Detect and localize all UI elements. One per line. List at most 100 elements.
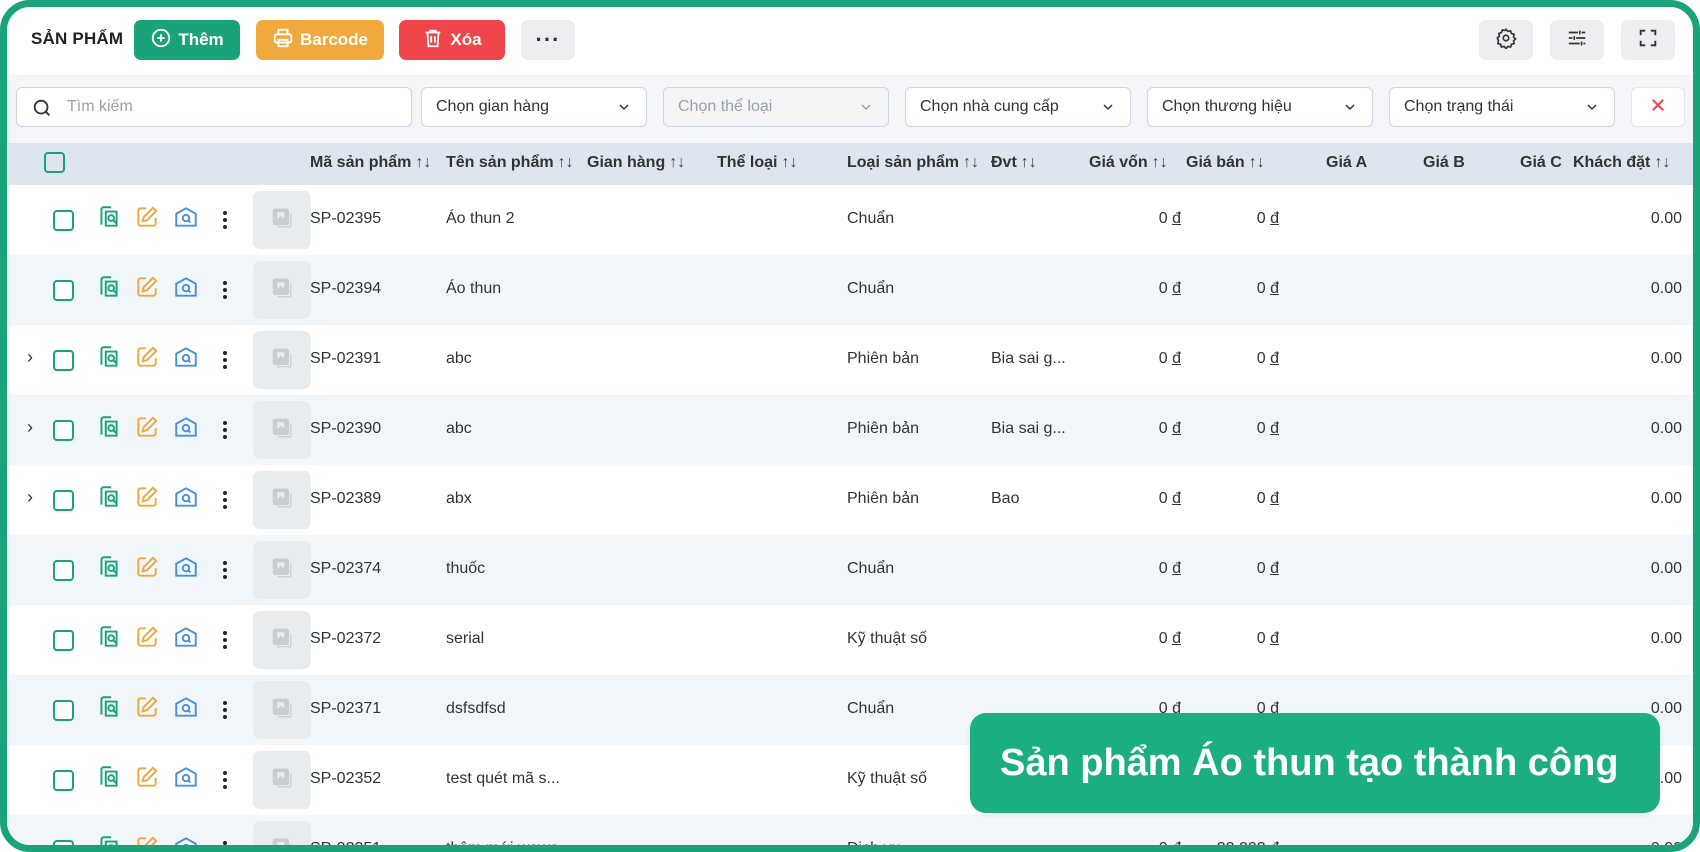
supplier-select[interactable]: Chọn nhà cung cấp [905, 87, 1131, 127]
document-search-icon[interactable] [96, 554, 122, 580]
column-header-category[interactable]: Thể loại ↑↓ [717, 154, 797, 172]
add-button[interactable]: Thêm [134, 20, 240, 60]
table-row[interactable]: › SP-02391 abc Phiên bản Bia sai g... 0 đ 0 đ 0… [7, 325, 1693, 395]
table-row[interactable]: SP-02351 thêm mới wewe Dịch vụ 0 đ 22.202 đ 0… [7, 815, 1693, 845]
more-actions-button[interactable]: ··· [521, 20, 575, 60]
kebab-menu-icon[interactable] [219, 417, 231, 443]
column-header-type[interactable]: Loại sản phẩm ↑↓ [847, 154, 979, 172]
search-input[interactable]: Tìm kiếm [16, 87, 412, 127]
kebab-menu-icon[interactable] [219, 767, 231, 793]
product-code[interactable]: SP-02390 [310, 420, 381, 438]
warehouse-icon[interactable] [173, 764, 199, 790]
column-header-unit[interactable]: Đvt ↑↓ [991, 154, 1037, 172]
column-header-price-c[interactable]: Giá C [1520, 154, 1562, 172]
kebab-menu-icon[interactable] [219, 627, 231, 653]
status-select[interactable]: Chọn trạng thái [1389, 87, 1615, 127]
table-row[interactable]: SP-02395 Áo thun 2 Chuẩn 0 đ 0 đ 0.00 [7, 185, 1693, 255]
warehouse-icon[interactable] [173, 694, 199, 720]
column-settings-button[interactable] [1550, 20, 1604, 60]
row-checkbox[interactable] [53, 840, 74, 845]
product-code[interactable]: SP-02394 [310, 280, 381, 298]
expand-row-icon[interactable]: › [27, 347, 33, 368]
table-row[interactable]: SP-02372 serial Kỹ thuật số 0 đ 0 đ 0.00 [7, 605, 1693, 675]
edit-icon[interactable] [134, 344, 160, 370]
document-search-icon[interactable] [96, 204, 122, 230]
barcode-button[interactable]: Barcode [256, 20, 384, 60]
edit-icon[interactable] [134, 484, 160, 510]
warehouse-icon[interactable] [173, 204, 199, 230]
warehouse-icon[interactable] [173, 274, 199, 300]
kebab-menu-icon[interactable] [219, 837, 231, 845]
warehouse-icon[interactable] [173, 834, 199, 845]
warehouse-icon[interactable] [173, 484, 199, 510]
brand-select[interactable]: Chọn thương hiệu [1147, 87, 1373, 127]
table-row[interactable]: SP-02374 thuốc Chuẩn 0 đ 0 đ 0.00 [7, 535, 1693, 605]
product-code[interactable]: SP-02395 [310, 210, 381, 228]
product-price: 0 đ [1256, 630, 1279, 647]
chevron-down-icon [1342, 99, 1358, 120]
column-header-price-a[interactable]: Giá A [1326, 154, 1367, 172]
row-checkbox[interactable] [53, 420, 74, 441]
row-checkbox[interactable] [53, 630, 74, 651]
table-row[interactable]: › SP-02389 abx Phiên bản Bao 0 đ 0 đ 0.00 [7, 465, 1693, 535]
kebab-menu-icon[interactable] [219, 557, 231, 583]
document-search-icon[interactable] [96, 274, 122, 300]
edit-icon[interactable] [134, 694, 160, 720]
kebab-menu-icon[interactable] [219, 697, 231, 723]
warehouse-icon[interactable] [173, 554, 199, 580]
kebab-menu-icon[interactable] [219, 277, 231, 303]
row-checkbox[interactable] [53, 700, 74, 721]
edit-icon[interactable] [134, 554, 160, 580]
column-header-price-b[interactable]: Giá B [1423, 154, 1465, 172]
column-header-price[interactable]: Giá bán ↑↓ [1186, 154, 1265, 172]
expand-row-icon[interactable]: › [27, 487, 33, 508]
table-row[interactable]: SP-02394 Áo thun Chuẩn 0 đ 0 đ 0.00 [7, 255, 1693, 325]
settings-button[interactable] [1479, 20, 1533, 60]
product-code[interactable]: SP-02352 [310, 770, 381, 788]
delete-button[interactable]: Xóa [399, 20, 505, 60]
document-search-icon[interactable] [96, 764, 122, 790]
row-checkbox[interactable] [53, 560, 74, 581]
row-checkbox[interactable] [53, 490, 74, 511]
expand-row-icon[interactable]: › [27, 417, 33, 438]
edit-icon[interactable] [134, 834, 160, 845]
category-select[interactable]: Chọn thể loại [663, 87, 889, 127]
table-row[interactable]: › SP-02390 abc Phiên bản Bia sai g... 0 đ 0 đ 0… [7, 395, 1693, 465]
product-code[interactable]: SP-02372 [310, 630, 381, 648]
product-code[interactable]: SP-02374 [310, 560, 381, 578]
row-checkbox[interactable] [53, 770, 74, 791]
column-header-cost[interactable]: Giá vốn ↑↓ [1089, 154, 1168, 172]
select-all-checkbox[interactable] [44, 152, 65, 173]
document-search-icon[interactable] [96, 624, 122, 650]
edit-icon[interactable] [134, 624, 160, 650]
document-search-icon[interactable] [96, 834, 122, 845]
column-header-store[interactable]: Gian hàng ↑↓ [587, 154, 685, 172]
row-checkbox[interactable] [53, 210, 74, 231]
clear-filters-button[interactable] [1631, 87, 1685, 127]
kebab-menu-icon[interactable] [219, 207, 231, 233]
document-search-icon[interactable] [96, 344, 122, 370]
product-code[interactable]: SP-02351 [310, 840, 381, 845]
kebab-menu-icon[interactable] [219, 347, 231, 373]
kebab-menu-icon[interactable] [219, 487, 231, 513]
edit-icon[interactable] [134, 274, 160, 300]
product-code[interactable]: SP-02371 [310, 700, 381, 718]
edit-icon[interactable] [134, 764, 160, 790]
column-header-code[interactable]: Mã sản phẩm ↑↓ [310, 154, 431, 172]
warehouse-icon[interactable] [173, 624, 199, 650]
document-search-icon[interactable] [96, 414, 122, 440]
column-header-ordered[interactable]: Khách đặt ↑↓ [1573, 154, 1670, 172]
warehouse-icon[interactable] [173, 414, 199, 440]
row-checkbox[interactable] [53, 280, 74, 301]
product-code[interactable]: SP-02389 [310, 490, 381, 508]
document-search-icon[interactable] [96, 484, 122, 510]
product-code[interactable]: SP-02391 [310, 350, 381, 368]
store-select[interactable]: Chọn gian hàng [421, 87, 647, 127]
fullscreen-button[interactable] [1621, 20, 1675, 60]
column-header-name[interactable]: Tên sản phẩm ↑↓ [446, 154, 574, 172]
warehouse-icon[interactable] [173, 344, 199, 370]
row-checkbox[interactable] [53, 350, 74, 371]
edit-icon[interactable] [134, 204, 160, 230]
edit-icon[interactable] [134, 414, 160, 440]
document-search-icon[interactable] [96, 694, 122, 720]
